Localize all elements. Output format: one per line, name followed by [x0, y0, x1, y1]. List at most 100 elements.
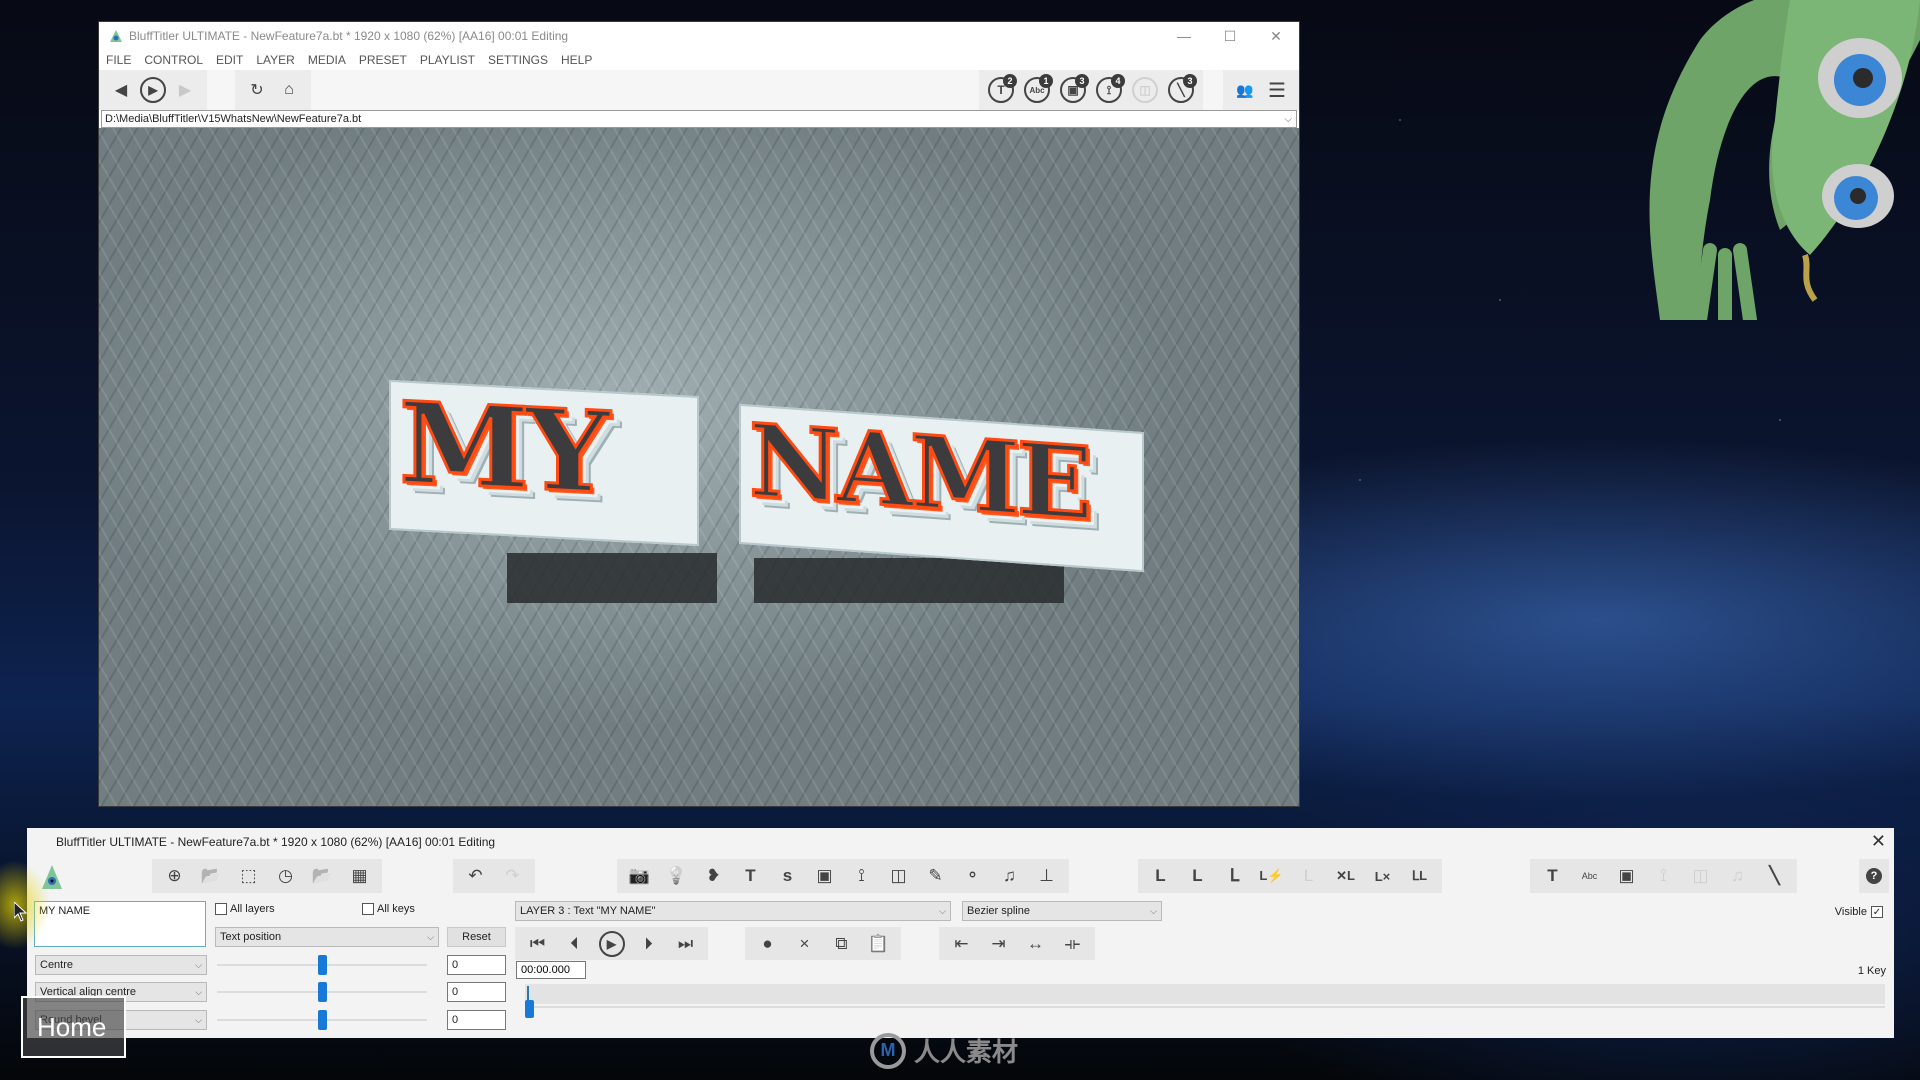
y-value-input[interactable]: 0	[447, 982, 506, 1002]
add-s-text-button[interactable]: s	[769, 859, 806, 893]
add-base-button[interactable]: ⊥	[1028, 859, 1065, 893]
close-button[interactable]: ✕	[1253, 22, 1299, 50]
keyframe-marker[interactable]	[525, 1000, 534, 1018]
visible-checkbox-box[interactable]: ✓	[1871, 906, 1883, 918]
picture-layers-button[interactable]: ▣ 3	[1057, 74, 1089, 106]
layer-unlink-button[interactable]: L	[1290, 859, 1327, 893]
menu-settings[interactable]: SETTINGS	[488, 53, 548, 67]
help-icon[interactable]: ?	[1866, 868, 1882, 884]
add-light-button[interactable]: 💡	[658, 859, 695, 893]
next-key-button[interactable]: ⏵	[630, 927, 667, 961]
path-layers-button[interactable]: ⟟ 4	[1093, 74, 1125, 106]
add-camera-button[interactable]: 📷	[621, 859, 658, 893]
first-key-button[interactable]: ⏮	[519, 927, 556, 961]
x-slider[interactable]	[217, 955, 427, 975]
layer-copy-button[interactable]: L	[1142, 859, 1179, 893]
align-select[interactable]: Centre ⌵	[35, 955, 207, 975]
history-button[interactable]: ◷	[267, 859, 304, 893]
hamburger-menu-button[interactable]: ☰	[1261, 74, 1293, 106]
resize-path-button[interactable]: ⟟	[1645, 859, 1682, 893]
paste-key-button[interactable]: 📋	[860, 927, 897, 961]
film-button[interactable]: ▦	[341, 859, 378, 893]
z-slider[interactable]	[217, 1010, 427, 1030]
menu-playlist[interactable]: PLAYLIST	[420, 53, 475, 67]
layer-delete-button[interactable]: L×	[1364, 859, 1401, 893]
z-slider-thumb[interactable]	[317, 1010, 327, 1030]
panel-close-button[interactable]: ✕	[1871, 831, 1886, 852]
community-button[interactable]: 👥	[1229, 74, 1261, 106]
menu-media[interactable]: MEDIA	[308, 53, 346, 67]
add-audio-button[interactable]: ♫	[991, 859, 1028, 893]
layer-text-input[interactable]: MY NAME	[34, 901, 206, 947]
effect-layers-button[interactable]: ╲ 3	[1165, 74, 1197, 106]
add-model-button[interactable]: ◫	[880, 859, 917, 893]
resize-abc-button[interactable]: Abc	[1571, 859, 1608, 893]
play-button[interactable]: ▶	[137, 74, 169, 106]
minimize-button[interactable]: —	[1161, 22, 1207, 50]
add-particles-button[interactable]: ⚬	[954, 859, 991, 893]
frame-button[interactable]: ⬚	[230, 859, 267, 893]
model-layers-button[interactable]: ◫	[1129, 74, 1161, 106]
layer-link-button[interactable]: ᒪ	[1216, 859, 1253, 893]
interpolation-select[interactable]: Bezier spline ⌵	[962, 901, 1162, 921]
add-blob-button[interactable]: ❥	[695, 859, 732, 893]
copy-key-button[interactable]: ⧉	[823, 927, 860, 961]
align-start-button[interactable]: ⇤	[943, 927, 980, 961]
back-button[interactable]: ◀	[105, 74, 137, 106]
resize-model-button[interactable]: ◫	[1682, 859, 1719, 893]
align-end-button[interactable]: ⇥	[980, 927, 1017, 961]
split-button[interactable]: ⟛	[1054, 927, 1091, 961]
resize-picture-button[interactable]: ▣	[1608, 859, 1645, 893]
resize-effect-button[interactable]: ╲	[1756, 859, 1793, 893]
record-key-button[interactable]: ●	[749, 927, 786, 961]
add-path-button[interactable]: ⟟	[843, 859, 880, 893]
menu-layer[interactable]: LAYER	[256, 53, 294, 67]
open-button[interactable]: 📂	[193, 859, 230, 893]
all-keys-checkbox-box[interactable]	[362, 903, 374, 915]
redo-button[interactable]: ↷	[494, 859, 531, 893]
new-button[interactable]: ⊕	[156, 859, 193, 893]
timeline-track[interactable]	[525, 984, 1885, 1004]
menu-file[interactable]: FILE	[106, 53, 131, 67]
all-layers-checkbox-box[interactable]	[215, 903, 227, 915]
all-keys-checkbox[interactable]: All keys	[362, 903, 415, 915]
import-button[interactable]: 📂	[304, 859, 341, 893]
all-layers-checkbox[interactable]: All layers	[215, 903, 275, 915]
y-slider-thumb[interactable]	[317, 982, 327, 1002]
menu-edit[interactable]: EDIT	[216, 53, 243, 67]
stretch-button[interactable]: ↔	[1017, 927, 1054, 961]
refresh-button[interactable]: ↻	[241, 74, 273, 106]
delete-key-button[interactable]: ×	[786, 927, 823, 961]
y-slider[interactable]	[217, 982, 427, 1002]
z-value-input[interactable]: 0	[447, 1010, 506, 1030]
x-value-input[interactable]: 0	[447, 955, 506, 975]
layer-center-button[interactable]: ✕L	[1327, 859, 1364, 893]
text-layers-button[interactable]: T 2	[985, 74, 1017, 106]
abc-layers-button[interactable]: Abc 1	[1021, 74, 1053, 106]
resize-audio-button[interactable]: ♫	[1719, 859, 1756, 893]
forward-button[interactable]: ▶	[169, 74, 201, 106]
property-select[interactable]: Text position ⌵	[215, 927, 439, 947]
panel-play-button[interactable]: ▶	[593, 927, 630, 961]
maximize-button[interactable]: ☐	[1207, 22, 1253, 50]
last-key-button[interactable]: ⏭	[667, 927, 704, 961]
menu-preset[interactable]: PRESET	[359, 53, 407, 67]
layer-child-button[interactable]: ᒪL	[1401, 859, 1438, 893]
render-viewport[interactable]: MY NAME	[99, 128, 1299, 806]
prev-key-button[interactable]: ⏴	[556, 927, 593, 961]
menu-control[interactable]: CONTROL	[144, 53, 203, 67]
add-picture-button[interactable]: ▣	[806, 859, 843, 893]
layer-flash-button[interactable]: L⚡	[1253, 859, 1290, 893]
time-input[interactable]: 00:00.000	[516, 961, 586, 979]
file-path-combobox[interactable]: D:\Media\BluffTitler\V15WhatsNew\NewFeat…	[101, 110, 1297, 128]
add-pen-button[interactable]: ✎	[917, 859, 954, 893]
menu-help[interactable]: HELP	[561, 53, 592, 67]
visible-checkbox[interactable]: Visible ✓	[1835, 906, 1886, 918]
key-track[interactable]	[525, 1006, 1885, 1008]
resize-text-button[interactable]: T	[1534, 859, 1571, 893]
reset-button[interactable]: Reset	[447, 927, 506, 947]
home-button[interactable]: ⌂	[273, 74, 305, 106]
layer-select[interactable]: LAYER 3 : Text "MY NAME" ⌵	[515, 901, 951, 921]
add-text-button[interactable]: T	[732, 859, 769, 893]
undo-button[interactable]: ↶	[457, 859, 494, 893]
